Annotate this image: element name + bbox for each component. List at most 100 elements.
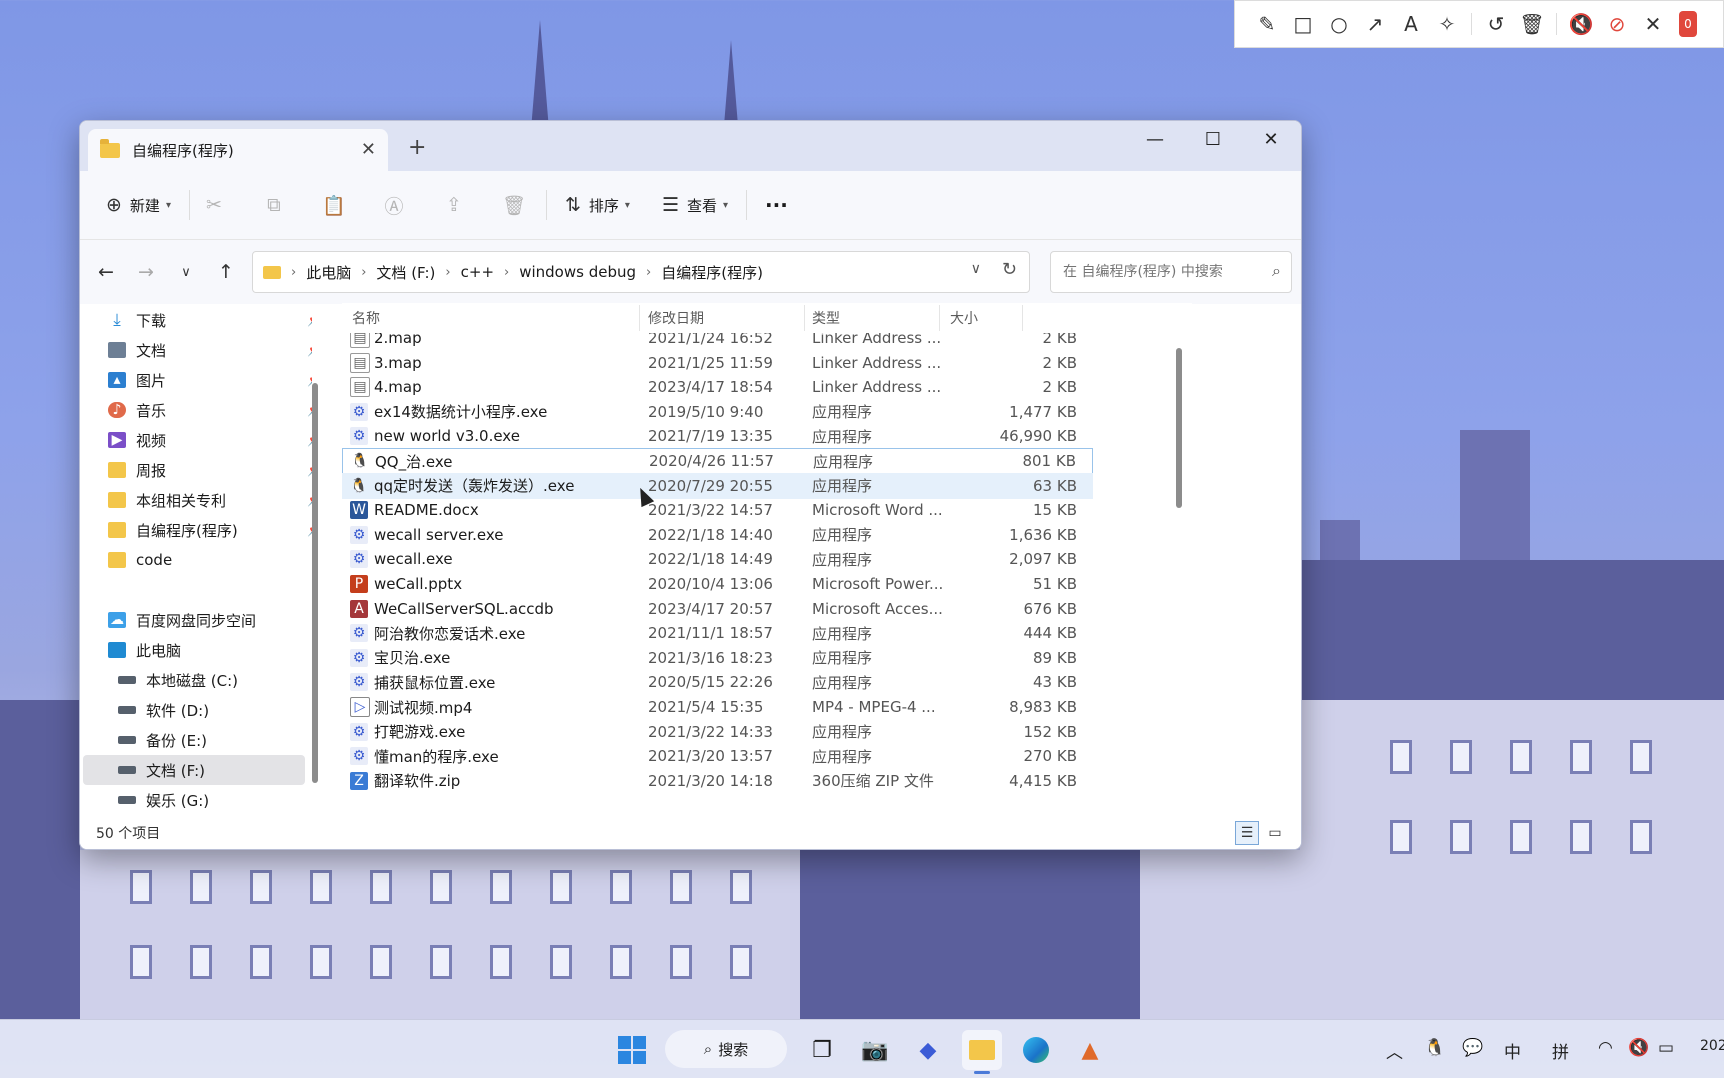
file-row[interactable]: ⚙ 打靶游戏.exe 2021/3/22 14:33 应用程序 152 KB <box>342 719 1093 745</box>
sort-button[interactable]: ⇅ 排序 ▾ <box>553 185 642 225</box>
close-window-button[interactable]: ✕ <box>1242 121 1300 157</box>
battery-icon[interactable]: ▭ <box>1658 1038 1674 1058</box>
column-divider[interactable] <box>804 305 805 331</box>
sidebar-item-code[interactable]: code <box>108 545 312 575</box>
sidebar-item-this-pc[interactable]: 此电脑 <box>108 635 312 665</box>
matlab-icon[interactable]: ▲ <box>1070 1030 1110 1070</box>
paste-icon[interactable]: 📋 <box>316 185 352 225</box>
camera-app-icon[interactable]: 📷 <box>855 1030 895 1070</box>
undo-icon[interactable]: ↺ <box>1478 6 1514 42</box>
sidebar-item-weekly-report[interactable]: 周报 📌 <box>108 455 312 485</box>
sidebar-item-documents[interactable]: 文档 📌 <box>108 335 312 365</box>
file-row[interactable]: ⚙ 阿治教你恋爱话术.exe 2021/11/1 18:57 应用程序 444 KB <box>342 620 1093 646</box>
rename-icon[interactable]: Ⓐ <box>376 185 412 225</box>
large-icons-view-icon[interactable]: ▭ <box>1263 821 1287 845</box>
back-arrow-icon[interactable]: ← <box>86 261 126 283</box>
qq-tray-icon[interactable]: 🐧 <box>1424 1038 1445 1058</box>
sidebar-item-pictures[interactable]: ▴ 图片 📌 <box>108 365 312 395</box>
start-button[interactable] <box>612 1030 652 1070</box>
tab-current-folder[interactable]: 自编程序(程序) ✕ <box>88 129 388 171</box>
breadcrumb-item[interactable]: windows debug <box>519 263 636 281</box>
wechat-tray-icon[interactable]: 💬 <box>1462 1038 1483 1058</box>
file-row[interactable]: ⚙ ex14数据统计小程序.exe 2019/5/10 9:40 应用程序 1,477 … <box>342 399 1093 425</box>
sidebar-item-baidu-cloud[interactable]: ☁ 百度网盘同步空间 <box>108 605 312 635</box>
column-header-type[interactable]: 类型 <box>812 308 840 328</box>
clock[interactable]: 202 <box>1700 1038 1724 1054</box>
wifi-icon[interactable]: ◠ <box>1598 1038 1613 1058</box>
file-row[interactable]: ⚙ 捕获鼠标位置.exe 2020/5/15 22:26 应用程序 43 KB <box>342 669 1093 695</box>
show-hidden-icons-chevron-icon[interactable]: ︿ <box>1386 1038 1403 1063</box>
recent-locations-chevron-icon[interactable]: ∨ <box>166 265 206 280</box>
file-row[interactable]: ⚙ 懂man的程序.exe 2021/3/20 13:57 应用程序 270 KB <box>342 743 1093 769</box>
sidebar-item-drive-f[interactable]: 文档 (F:) <box>83 755 305 785</box>
breadcrumb-item[interactable]: 自编程序(程序) <box>661 262 763 283</box>
magic-wand-icon[interactable]: ✧ <box>1429 6 1465 42</box>
sidebar-scrollbar[interactable] <box>312 383 318 783</box>
column-header-date[interactable]: 修改日期 <box>648 308 704 328</box>
new-tab-button[interactable]: + <box>408 135 426 160</box>
refresh-icon[interactable]: ↻ <box>1002 259 1017 280</box>
file-row[interactable]: ⚙ wecall server.exe 2022/1/18 14:40 应用程序 1,6… <box>342 522 1093 548</box>
file-list-scrollbar[interactable] <box>1176 348 1182 508</box>
stop-recording-button[interactable]: 0 <box>1679 11 1697 37</box>
copy-icon[interactable]: ⧉ <box>256 185 292 225</box>
arrow-icon[interactable]: ↗ <box>1357 6 1393 42</box>
file-row[interactable]: ▷ 测试视频.mp4 2021/5/4 15:35 MP4 - MPEG-4 ... 8… <box>342 694 1093 720</box>
sidebar-item-downloads[interactable]: ⤓ 下载 📌 <box>108 305 312 335</box>
task-view-icon[interactable]: ❐ <box>802 1030 842 1070</box>
minimize-button[interactable]: — <box>1126 121 1184 157</box>
sidebar-item-drive-d[interactable]: 软件 (D:) <box>118 695 306 725</box>
column-divider[interactable] <box>1022 305 1023 331</box>
search-input[interactable] <box>1061 263 1255 281</box>
file-explorer-taskbar-icon[interactable] <box>962 1030 1002 1074</box>
breadcrumb-item[interactable]: c++ <box>461 263 494 281</box>
file-row[interactable]: ▤ 4.map 2023/4/17 18:54 Linker Address ... 2… <box>342 374 1093 400</box>
file-row[interactable]: ⚙ 宝贝治.exe 2021/3/16 18:23 应用程序 89 KB <box>342 645 1093 671</box>
address-bar[interactable]: › 此电脑 › 文档 (F:) › c++ › windows debug › … <box>252 251 1030 293</box>
copilot-icon[interactable]: ◆ <box>908 1030 948 1070</box>
breadcrumb-item[interactable]: 文档 (F:) <box>376 262 435 283</box>
file-row[interactable]: ⚙ new world v3.0.exe 2021/7/19 13:35 应用程序 46… <box>342 423 1093 449</box>
edge-browser-icon[interactable] <box>1016 1030 1056 1070</box>
file-row[interactable]: ⚙ wecall.exe 2022/1/18 14:49 应用程序 2,097 KB <box>342 546 1093 572</box>
up-arrow-icon[interactable]: ↑ <box>206 261 246 283</box>
sidebar-item-music[interactable]: ♪ 音乐 📌 <box>108 395 312 425</box>
ime-mode-indicator[interactable]: 拼 <box>1552 1038 1569 1063</box>
trash-icon[interactable]: 🗑 <box>1514 6 1550 42</box>
circle-icon[interactable]: ○ <box>1321 6 1357 42</box>
file-row[interactable]: ▤ 3.map 2021/1/25 11:59 Linker Address ... 2… <box>342 350 1093 376</box>
column-header-size[interactable]: 大小 <box>950 308 978 328</box>
column-divider[interactable] <box>639 305 640 331</box>
column-divider[interactable] <box>939 305 940 331</box>
cut-icon[interactable]: ✂ <box>196 185 232 225</box>
address-dropdown-chevron-icon[interactable]: ∨ <box>971 261 981 277</box>
maximize-button[interactable]: ☐ <box>1184 121 1242 157</box>
column-header-name[interactable]: 名称 <box>352 308 380 328</box>
close-icon[interactable]: ✕ <box>1635 6 1671 42</box>
text-icon[interactable]: A <box>1393 6 1429 42</box>
delete-icon[interactable]: 🗑 <box>496 185 532 225</box>
volume-mute-icon[interactable]: 🔇 <box>1628 1038 1649 1058</box>
speaker-mute-icon[interactable]: 🔇 <box>1563 6 1599 42</box>
search-icon[interactable]: ⌕ <box>1272 261 1281 281</box>
details-view-icon[interactable]: ☰ <box>1235 821 1259 845</box>
sidebar-item-videos[interactable]: ▶ 视频 📌 <box>108 425 312 455</box>
sidebar-item-patents[interactable]: 本组相关专利 📌 <box>108 485 312 515</box>
mic-mute-icon[interactable]: ⊘ <box>1599 6 1635 42</box>
view-button[interactable]: ☰ 查看 ▾ <box>650 185 740 225</box>
ime-language-indicator[interactable]: 中 <box>1504 1038 1521 1063</box>
file-row[interactable]: W README.docx 2021/3/22 14:57 Microsoft Wor… <box>342 497 1093 523</box>
sidebar-item-drive-c[interactable]: 本地磁盘 (C:) <box>118 665 306 695</box>
tab-close-icon[interactable]: ✕ <box>361 139 376 160</box>
taskbar-search-button[interactable]: ⌕ 搜索 <box>665 1030 787 1068</box>
file-row[interactable]: Z 翻译软件.zip 2021/3/20 14:18 360压缩 ZIP 文件 4,41… <box>342 768 1093 794</box>
breadcrumb-item[interactable]: 此电脑 <box>306 262 351 283</box>
rectangle-icon[interactable]: □ <box>1285 6 1321 42</box>
sidebar-item-drive-g[interactable]: 娱乐 (G:) <box>118 785 306 815</box>
forward-arrow-icon[interactable]: → <box>126 261 166 283</box>
file-row[interactable]: 🐧 qq定时发送（轰炸发送）.exe 2020/7/29 20:55 应用程序 63 K… <box>342 472 1093 499</box>
more-options-button[interactable]: ··· <box>753 185 800 225</box>
sidebar-item-programs[interactable]: 自编程序(程序) 📌 <box>108 515 312 545</box>
search-box[interactable]: ⌕ <box>1050 251 1292 293</box>
new-button[interactable]: ⊕ 新建 ▾ <box>94 185 183 225</box>
